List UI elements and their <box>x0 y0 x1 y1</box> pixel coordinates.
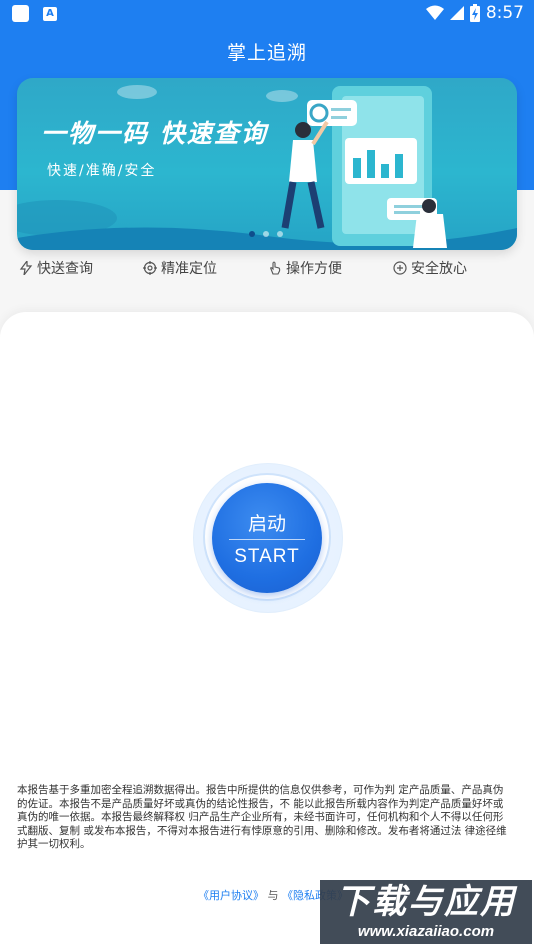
watermark-url: www.xiazaiiao.com <box>357 923 495 940</box>
feature-label: 快送查询 <box>37 261 93 277</box>
notification-a-icon: A <box>43 6 57 21</box>
main-card <box>0 312 534 950</box>
feature-fast-query: 快送查询 <box>19 258 93 278</box>
feature-row: 快送查询 精准定位 操作方便 安全放心 <box>0 258 534 284</box>
lightning-icon <box>19 261 33 275</box>
footer-and: 与 <box>267 889 279 902</box>
target-icon <box>143 261 157 275</box>
disclaimer-text: 本报告基于多重加密全程追溯数据得出。报告中所提供的信息仅供参考，可作为判 定产品… <box>17 784 507 850</box>
notification-square-icon <box>12 5 29 22</box>
wifi-icon <box>425 5 444 20</box>
feature-label: 精准定位 <box>161 261 217 277</box>
carousel-dot[interactable] <box>263 231 269 237</box>
carousel-dot[interactable] <box>277 231 283 237</box>
page-title: 掌上追溯 <box>226 42 307 64</box>
watermark-logo-text: 下载与应用 <box>336 882 516 922</box>
shield-plus-icon <box>393 261 407 275</box>
battery-icon <box>469 4 480 22</box>
start-label-en: START <box>234 546 300 567</box>
watermark: 下载与应用 www.xiazaiiao.com <box>320 880 532 944</box>
carousel-indicator[interactable] <box>249 231 283 237</box>
start-divider <box>229 539 305 540</box>
feature-label: 安全放心 <box>411 261 467 277</box>
start-label-cn: 启动 <box>247 513 286 535</box>
feature-label: 操作方便 <box>286 261 342 277</box>
feature-safe: 安全放心 <box>393 258 467 278</box>
start-button[interactable]: 启动 START <box>212 483 322 593</box>
banner-subtitle: 快速/准确/安全 <box>47 163 157 179</box>
feature-easy-operation: 操作方便 <box>268 258 342 278</box>
banner-title: 一物一码 快速查询 <box>41 119 268 148</box>
promo-banner[interactable]: 一物一码 快速查询 快速/准确/安全 <box>17 78 517 250</box>
clock: 8:57 <box>485 3 524 23</box>
status-bar: A 8:57 <box>0 0 534 28</box>
user-agreement-link[interactable]: 《用户协议》 <box>198 889 264 902</box>
hand-pointer-icon <box>270 261 281 275</box>
carousel-dot[interactable] <box>249 231 255 237</box>
feature-precise-location: 精准定位 <box>143 258 217 278</box>
signal-icon <box>449 6 464 20</box>
